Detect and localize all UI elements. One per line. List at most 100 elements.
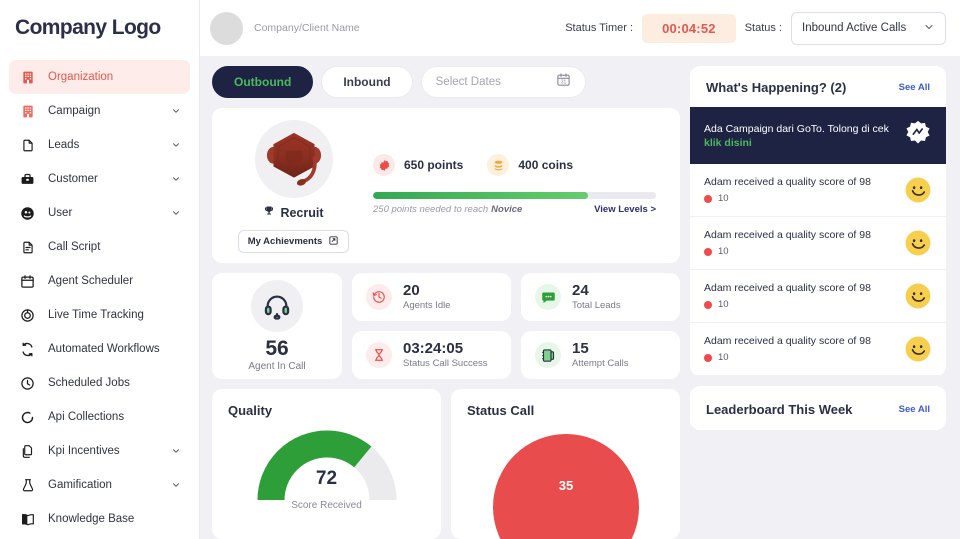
chevron-down-icon[interactable] — [171, 480, 181, 490]
call-script-icon — [18, 238, 37, 256]
chevron-down-icon[interactable] — [171, 106, 181, 116]
activity-points-value: 10 — [718, 246, 729, 257]
status-timer-value: 00:04:52 — [642, 13, 736, 43]
campaign-icon — [18, 102, 37, 120]
stat-col-1: 20 Agents Idle 03:24:05 Status Call Succ… — [352, 273, 511, 379]
sidebar-item-campaign[interactable]: Campaign — [9, 94, 190, 128]
activity-feed-item[interactable]: Adam received a quality score of 98 10 — [690, 323, 946, 376]
status-timer-label: Status Timer : — [565, 22, 634, 34]
trophy-icon — [263, 204, 275, 222]
stat-value: 20 — [403, 282, 420, 300]
coins-icon — [487, 154, 510, 176]
sidebar-item-live-time-tracking[interactable]: Live Time Tracking — [9, 298, 190, 332]
whats-happening-see-all[interactable]: See All — [899, 82, 930, 93]
activity-text: Adam received a quality score of 98 — [704, 282, 871, 294]
activity-feed-item[interactable]: Adam received a quality score of 98 10 — [690, 270, 946, 323]
activity-points-value: 10 — [718, 193, 729, 204]
select-dates-input[interactable]: Select Dates 31 — [420, 66, 586, 98]
tab-outbound[interactable]: Outbound — [212, 66, 314, 98]
quality-chart-title: Quality — [228, 403, 273, 418]
logo-text: Company Logo — [15, 16, 161, 39]
agent-in-call-card: 56 Agent In Call — [212, 273, 342, 379]
stat-status-call-success: 03:24:05 Status Call Success — [352, 331, 511, 379]
api-collections-icon — [18, 408, 37, 426]
points-value: 650 points — [404, 158, 464, 172]
leaderboard-see-all[interactable]: See All — [899, 404, 930, 415]
activity-text: Adam received a quality score of 98 — [704, 229, 871, 241]
client-block: Company/Client Name — [210, 11, 360, 45]
sidebar-item-label: Api Collections — [48, 411, 125, 423]
view-levels-link[interactable]: View Levels > — [594, 204, 656, 215]
select-dates-placeholder: Select Dates — [435, 76, 501, 88]
promo-link[interactable]: klik disini — [704, 137, 894, 149]
activity-text: Adam received a quality score of 98 — [704, 335, 871, 347]
activity-feed-item[interactable]: Adam received a quality score of 98 10 — [690, 217, 946, 270]
sidebar-item-label: Call Script — [48, 241, 101, 253]
activity-feed-item[interactable]: Adam received a quality score of 98 10 — [690, 164, 946, 217]
sidebar-item-label: Gamification — [48, 479, 112, 491]
leaderboard-panel: Leaderboard This Week See All — [690, 386, 946, 430]
sidebar-item-call-script[interactable]: Call Script — [9, 230, 190, 264]
sidebar: Company Logo Organization Campaign Leads Cu… — [0, 0, 200, 539]
chevron-down-icon[interactable] — [171, 174, 181, 184]
pie-svg: 35 — [492, 434, 639, 539]
sidebar-item-knowledge-base[interactable]: Knowledge Base — [9, 502, 190, 536]
sidebar-item-agent-scheduler[interactable]: Agent Scheduler — [9, 264, 190, 298]
top-bar: Company/Client Name Status Timer : 00:04… — [200, 0, 960, 56]
my-achievements-button[interactable]: My Achievments — [237, 230, 350, 253]
sidebar-item-gamification[interactable]: Gamification — [9, 468, 190, 502]
left-column: Outbound Inbound Select Dates 31 Recruit… — [212, 66, 680, 539]
smiley-icon — [904, 335, 932, 363]
logo[interactable]: Company Logo — [0, 0, 199, 56]
stat-label: Status Call Success — [403, 357, 488, 369]
external-link-icon — [328, 235, 339, 249]
status-call-pie: 35 — [467, 432, 664, 539]
sidebar-item-label: Kpi Incentives — [48, 445, 120, 457]
activity-text: Adam received a quality score of 98 — [704, 176, 871, 188]
main-pane: Company/Client Name Status Timer : 00:04… — [200, 0, 960, 539]
quality-score-caption: Score Received — [291, 500, 362, 511]
chevron-down-icon[interactable] — [171, 208, 181, 218]
stat-label: Total Leads — [572, 299, 621, 311]
chevron-down-icon[interactable] — [171, 446, 181, 456]
activity-points-value: 10 — [718, 299, 729, 310]
level-progress-fill — [373, 192, 589, 199]
rank-block: Recruit My Achievments — [226, 120, 361, 253]
sidebar-item-label: Leads — [48, 139, 80, 151]
kpi-incentives-icon — [18, 442, 37, 460]
activity-points: 10 — [704, 299, 894, 310]
stat-value: 24 — [572, 282, 589, 300]
smiley-icon — [904, 229, 932, 257]
sidebar-item-customer[interactable]: Customer — [9, 162, 190, 196]
tab-inbound[interactable]: Inbound — [321, 66, 413, 98]
sidebar-item-organization[interactable]: Organization — [9, 60, 190, 94]
quality-gauge: 72 Score Received — [228, 424, 425, 511]
charts-row: Quality 72 Score Received Status Call 35 — [212, 389, 680, 539]
agent-scheduler-icon — [18, 272, 37, 290]
agent-in-call-value: 56 — [265, 337, 289, 360]
phonebook-icon — [535, 342, 561, 368]
status-select[interactable]: Inbound Active Calls — [791, 11, 946, 45]
promo-banner[interactable]: Ada Campaign dari GoTo. Tolong di cek kl… — [690, 107, 946, 164]
sidebar-nav: Organization Campaign Leads Customer User Cal… — [0, 56, 199, 536]
stat-attempt-calls: 15 Attempt Calls — [521, 331, 680, 379]
sidebar-item-api-collections[interactable]: Api Collections — [9, 400, 190, 434]
sidebar-item-user[interactable]: User — [9, 196, 190, 230]
sidebar-item-leads[interactable]: Leads — [9, 128, 190, 162]
chevron-down-icon[interactable] — [171, 140, 181, 150]
points-row: 650 points 400 coins — [373, 154, 656, 176]
stat-col-2: 24 Total Leads 15 Attempt Calls — [521, 273, 680, 379]
sidebar-item-label: User — [48, 207, 73, 219]
quality-score-value: 72 — [315, 468, 338, 489]
status-call-chart-title: Status Call — [467, 403, 535, 418]
sidebar-item-scheduled-jobs[interactable]: Scheduled Jobs — [9, 366, 190, 400]
sidebar-item-automated-workflows[interactable]: Automated Workflows — [9, 332, 190, 366]
sidebar-item-label: Automated Workflows — [48, 343, 160, 355]
top-bar-right: Status Timer : 00:04:52 Status : Inbound… — [565, 11, 946, 45]
content-area: Outbound Inbound Select Dates 31 Recruit… — [200, 56, 960, 539]
avatar — [210, 11, 243, 45]
sidebar-item-kpi-incentives[interactable]: Kpi Incentives — [9, 434, 190, 468]
activity-points: 10 — [704, 352, 894, 363]
promo-line-1: Ada Campaign dari GoTo. Tolong di cek — [704, 123, 889, 136]
activity-text-block: Adam received a quality score of 98 10 — [704, 335, 894, 363]
